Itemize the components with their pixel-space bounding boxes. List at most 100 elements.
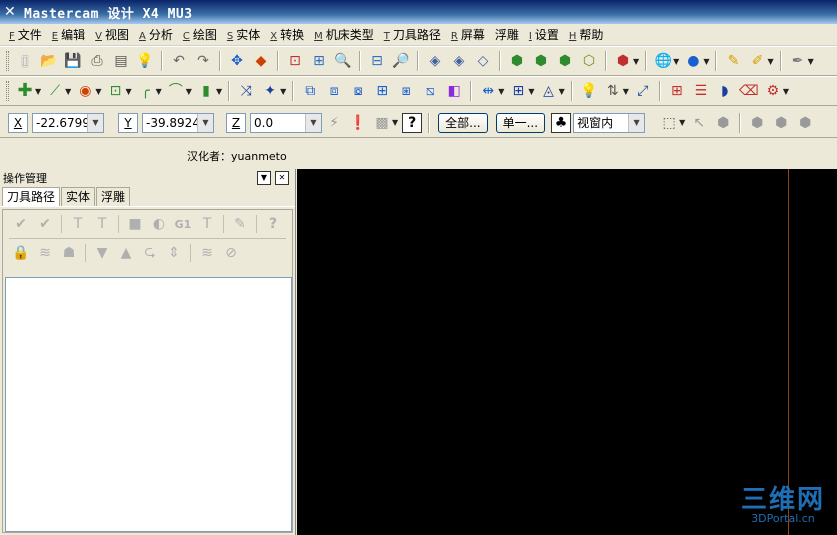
cube-iso-icon[interactable]: ⬢ (507, 51, 527, 71)
eraser-icon[interactable]: ⌫ (739, 81, 759, 101)
chevron-down-icon[interactable]: ▼ (633, 57, 639, 66)
measure-icon[interactable]: ⚙ (763, 81, 783, 101)
high-speed-icon[interactable]: T (198, 215, 216, 233)
rectangle-icon[interactable]: ⊡ (105, 81, 125, 101)
menu-toolpaths[interactable]: T 刀具路径 (379, 26, 446, 43)
tab-solids[interactable]: 实体 (61, 187, 96, 206)
table-icon[interactable]: ☰ (691, 81, 711, 101)
move-up-down-icon[interactable]: ⇅ (603, 81, 623, 101)
shading-icon[interactable]: ◈ (449, 51, 469, 71)
chevron-down-icon[interactable]: ▼ (628, 113, 645, 132)
graphics-viewport[interactable]: 三维网 3DPortal.cn (297, 169, 837, 535)
x-axis-button[interactable]: X (8, 112, 28, 133)
chevron-down-icon[interactable]: ▼ (95, 87, 101, 96)
menu-file[interactable]: F 文件 (4, 26, 47, 43)
lock-icon[interactable]: 🔒 (12, 244, 30, 262)
help-icon[interactable]: ? (402, 112, 423, 133)
select-single-button[interactable]: 单一... (495, 112, 546, 133)
open-file-icon[interactable]: 📂 (39, 51, 59, 71)
offset-icon[interactable]: ⧆ (396, 81, 416, 101)
shading-icon[interactable]: ◈ (425, 51, 445, 71)
zoom-out-icon[interactable]: 🔎 (391, 51, 411, 71)
chevron-down-icon[interactable]: ▼ (216, 87, 222, 96)
chevron-down-icon[interactable]: ▼ (125, 87, 131, 96)
project-icon[interactable]: ⧅ (420, 81, 440, 101)
array-icon[interactable]: ⊞ (508, 81, 528, 101)
menu-view[interactable]: V 视图 (90, 26, 134, 43)
panel-menu-icon[interactable]: ▼ (257, 171, 271, 185)
menu-create[interactable]: C 绘图 (178, 26, 222, 43)
z-axis-button[interactable]: Z (226, 112, 246, 133)
edge-select-icon[interactable]: ⬢ (795, 113, 815, 133)
point-plus-icon[interactable]: ✚ (15, 81, 35, 101)
menu-edit[interactable]: E 编辑 (47, 26, 90, 43)
menu-help[interactable]: H 帮助 (564, 26, 609, 43)
body-select-icon[interactable]: ⬢ (747, 113, 767, 133)
probe-icon[interactable]: ✒ (788, 51, 808, 71)
select-failed-ops-icon[interactable]: ✔ (36, 215, 54, 233)
pencil-icon[interactable]: ✎ (723, 51, 743, 71)
pan-icon[interactable]: ✥ (227, 51, 247, 71)
chevron-down-icon[interactable]: ▼ (673, 57, 679, 66)
move-up-icon[interactable]: ▲ (117, 244, 135, 262)
menu-xform[interactable]: X 转换 (265, 26, 309, 43)
regen-icon[interactable]: T (69, 215, 87, 233)
y-axis-button[interactable]: Y (118, 112, 138, 133)
chevron-down-icon[interactable]: ▼ (156, 87, 162, 96)
line-icon[interactable]: ⟋ (45, 81, 65, 101)
menu-machine-type[interactable]: M 机床类型 (309, 26, 379, 43)
fillet-icon[interactable]: ╭ (136, 81, 156, 101)
arrow-select-icon[interactable]: ↖ (689, 113, 709, 133)
select-filter-icon[interactable]: ♣ (551, 112, 572, 133)
rotate-icon[interactable]: ⧇ (348, 81, 368, 101)
chevron-down-icon[interactable]: ▼ (767, 57, 773, 66)
chevron-down-icon[interactable]: ▼ (65, 87, 71, 96)
scroll-icon[interactable]: ⇕ (165, 244, 183, 262)
autocursor-icon[interactable]: ▩ (372, 113, 392, 133)
verify-icon[interactable]: ◐ (150, 215, 168, 233)
print-preview-icon[interactable]: ▤ (111, 51, 131, 71)
chevron-down-icon[interactable]: ▼ (528, 87, 534, 96)
dimension-icon[interactable]: ◬ (539, 81, 559, 101)
redo-icon[interactable]: ↷ (193, 51, 213, 71)
undo-icon[interactable]: ↶ (169, 51, 189, 71)
trim-icon[interactable]: ⤨ (236, 81, 256, 101)
y-coordinate-input[interactable]: -39.89248 ▼ (142, 112, 214, 133)
chevron-down-icon[interactable]: ▼ (392, 118, 398, 127)
fast-point-icon[interactable]: ⚡ (324, 113, 344, 133)
zoom-window-icon[interactable]: ⊞ (309, 51, 329, 71)
menu-settings[interactable]: I 设置 (524, 26, 564, 43)
scale-icon[interactable]: ⊞ (372, 81, 392, 101)
mirror-icon[interactable]: ⧈ (324, 81, 344, 101)
operations-list[interactable] (5, 277, 292, 532)
sphere-icon[interactable]: ● (683, 51, 703, 71)
solid-select-icon[interactable]: ⬢ (713, 113, 733, 133)
chevron-down-icon[interactable]: ▼ (783, 87, 789, 96)
menu-art[interactable]: 浮雕 (490, 26, 524, 43)
target-icon[interactable]: ⊘ (222, 244, 240, 262)
close-icon[interactable]: ✕ (275, 171, 289, 185)
face-select-icon[interactable]: ⬢ (771, 113, 791, 133)
cube-top-icon[interactable]: ⬢ (531, 51, 551, 71)
zoom-target-icon[interactable]: 🔍 (333, 51, 353, 71)
chevron-down-icon[interactable]: ▼ (280, 87, 286, 96)
chevron-down-icon[interactable]: ▼ (498, 87, 504, 96)
toolbar-grip[interactable] (6, 81, 9, 101)
spline-icon[interactable]: ⌒ (166, 81, 186, 101)
chevron-down-icon[interactable]: ▼ (623, 87, 629, 96)
chevron-down-icon[interactable]: ▼ (808, 57, 814, 66)
toolbar-grip[interactable] (6, 51, 9, 71)
chevron-down-icon[interactable]: ▼ (87, 113, 103, 132)
hint-icon[interactable]: 💡 (135, 51, 155, 71)
stretch-icon[interactable]: ◧ (444, 81, 464, 101)
backplot-icon[interactable]: ■ (126, 215, 144, 233)
resize-icon[interactable]: ⤢ (633, 81, 653, 101)
cube-front-icon[interactable]: ⬢ (555, 51, 575, 71)
chevron-down-icon[interactable]: ▼ (679, 118, 685, 127)
menu-screen[interactable]: R 屏幕 (446, 26, 490, 43)
unzoom-icon[interactable]: ⊟ (367, 51, 387, 71)
help-icon[interactable]: ? (264, 215, 282, 233)
translate-icon[interactable]: ⧉ (300, 81, 320, 101)
fit-icon[interactable]: ⊡ (285, 51, 305, 71)
save-icon[interactable]: 💾 (63, 51, 83, 71)
